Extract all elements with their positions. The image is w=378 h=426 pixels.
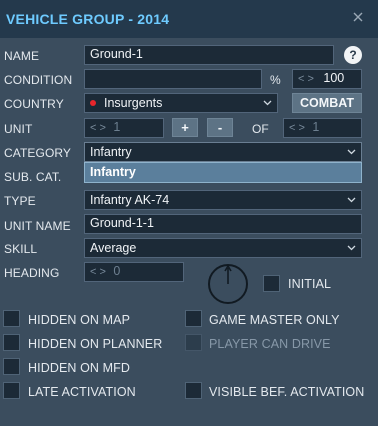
late-activation-checkbox[interactable] [3, 382, 20, 399]
subcat-label: SUB. CAT. [4, 170, 62, 184]
chevron-down-icon [263, 100, 272, 106]
unit-of-label: OF [252, 122, 269, 136]
name-label: NAME [4, 49, 40, 63]
window-title: VEHICLE GROUP - 2014 [6, 11, 170, 27]
country-label: COUNTRY [4, 97, 64, 111]
late-activation-label: LATE ACTIVATION [28, 385, 136, 399]
visible-before-activation-checkbox[interactable] [185, 382, 202, 399]
unit-label: UNIT [4, 122, 33, 136]
player-can-drive-checkbox [185, 334, 202, 351]
help-icon[interactable]: ? [344, 46, 362, 64]
skill-select[interactable]: Average [84, 238, 362, 258]
visible-before-activation-label: VISIBLE BEF. ACTIVATION [209, 385, 365, 399]
condition-label: CONDITION [4, 73, 73, 87]
chevron-down-icon [347, 245, 356, 251]
hidden-on-mfd-checkbox[interactable] [3, 358, 20, 375]
condition-field[interactable] [84, 69, 262, 89]
heading-label: HEADING [4, 266, 60, 280]
skill-value: Average [90, 241, 137, 255]
close-icon[interactable] [351, 10, 365, 24]
country-select[interactable]: Insurgents [84, 93, 278, 113]
type-label: TYPE [4, 194, 36, 208]
category-select[interactable]: Infantry [84, 142, 362, 162]
spinner-arrows-icon: < > [90, 266, 106, 278]
hidden-on-planner-checkbox[interactable] [3, 334, 20, 351]
hidden-on-map-checkbox[interactable] [3, 310, 20, 327]
heading-dial-icon[interactable] [207, 263, 249, 305]
category-value: Infantry [90, 145, 132, 159]
spinner-arrows-icon: < > [90, 122, 106, 134]
skill-label: SKILL [4, 242, 38, 256]
category-label: CATEGORY [4, 146, 72, 160]
unit-name-label: UNIT NAME [4, 219, 71, 233]
combat-button[interactable]: COMBAT [292, 93, 362, 113]
add-unit-button[interactable]: + [172, 118, 198, 137]
type-value: Infantry AK-74 [90, 193, 170, 207]
spinner-arrows-icon[interactable]: < > [298, 73, 314, 85]
heading-spinner: < > 0 [84, 262, 184, 282]
chevron-down-icon [347, 197, 356, 203]
country-value: Insurgents [104, 96, 163, 110]
hidden-on-mfd-label: HIDDEN ON MFD [28, 361, 130, 375]
hidden-on-planner-label: HIDDEN ON PLANNER [28, 337, 163, 351]
chevron-down-icon [347, 149, 356, 155]
type-select[interactable]: Infantry AK-74 [84, 190, 362, 210]
condition-spin-value: 100 [323, 71, 345, 85]
spinner-arrows-icon: < > [289, 122, 305, 134]
heading-spin-value: 0 [113, 264, 121, 278]
unit-name-field[interactable]: Ground-1-1 [84, 214, 362, 234]
condition-unit: % [270, 73, 281, 87]
unit-total-spinner: < > 1 [283, 118, 362, 138]
player-can-drive-label: PLAYER CAN DRIVE [209, 337, 331, 351]
remove-unit-button[interactable]: - [207, 118, 233, 137]
game-master-only-checkbox[interactable] [185, 310, 202, 327]
country-flag-icon [90, 100, 96, 106]
initial-label: INITIAL [288, 277, 332, 291]
condition-spinner[interactable]: < > 100 [292, 69, 362, 89]
initial-checkbox[interactable] [263, 275, 280, 292]
name-field[interactable]: Ground-1 [84, 45, 334, 65]
unit-spinner: < > 1 [84, 118, 164, 138]
category-dropdown-option[interactable]: Infantry [84, 162, 362, 183]
game-master-only-label: GAME MASTER ONLY [209, 313, 340, 327]
unit-spin-value: 1 [113, 120, 121, 134]
hidden-on-map-label: HIDDEN ON MAP [28, 313, 131, 327]
unit-total-value: 1 [312, 120, 320, 134]
